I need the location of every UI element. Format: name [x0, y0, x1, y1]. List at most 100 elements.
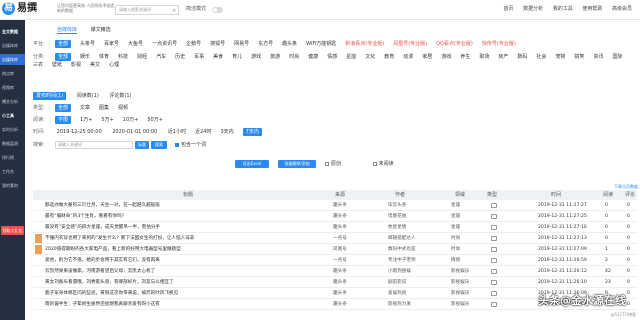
platform-option-0[interactable]: 全部 — [55, 40, 72, 48]
batch-button[interactable]: 批量删除/添加 — [278, 160, 316, 168]
platform-option-4[interactable]: 一点资讯号 — [152, 40, 177, 48]
time-start-input[interactable]: 2019-12-25 00:00 — [57, 128, 102, 136]
col-title[interactable]: 标题 — [183, 190, 193, 200]
platform-option-12[interactable]: 凤凰号(专业版) — [393, 40, 427, 48]
category-option-10[interactable]: 游戏 — [251, 53, 261, 61]
time-option-3[interactable]: 7天内 — [242, 128, 262, 136]
platform-option-5[interactable]: 企鹅号 — [186, 40, 201, 48]
row-title[interactable]: 额选亦做大蒙的三叮仕月，天生一对，在一起越久越般般 — [45, 200, 330, 211]
category-option-6[interactable]: 历史 — [175, 53, 185, 61]
sidebar-item-2[interactable]: 自媒体库 — [0, 54, 25, 65]
category-option-31[interactable]: 壁纸 — [52, 61, 62, 69]
category-option-15[interactable]: 星座 — [346, 53, 356, 61]
sidebar-item-3[interactable]: 热点库 — [0, 68, 25, 79]
search-button[interactable]: 搜索 — [151, 141, 167, 149]
read-option-3[interactable]: 10万+ — [123, 116, 139, 124]
nav-tools[interactable]: 我的工具 — [553, 6, 573, 12]
platform-option-10[interactable]: WiFi万能钥匙 — [306, 40, 336, 48]
platform-option-3[interactable]: 大鱼号 — [128, 40, 143, 48]
sidebar-item-5[interactable]: 爆文分析 — [0, 96, 25, 107]
platform-option-6[interactable]: 搜狐号 — [210, 40, 225, 48]
category-option-21[interactable]: 养生 — [460, 53, 470, 61]
table-row[interactable]: 不懂内衣穿也用了来到的“发生什么？那下法国女生的打扮，让人恼人非非 一点号 邮随搭配… — [33, 233, 637, 244]
time-option-2[interactable]: 3天内 — [220, 128, 233, 136]
category-option-23[interactable]: 房产 — [498, 53, 508, 61]
read-option-4[interactable]: 50万+ — [147, 116, 163, 124]
type-option-3[interactable]: 视频 — [118, 104, 128, 112]
col-author[interactable]: 作者 — [395, 190, 405, 200]
category-option-7[interactable]: 军事 — [194, 53, 204, 61]
platform-option-1[interactable]: 头条号 — [80, 40, 95, 48]
table-row[interactable]: 额选亦做大蒙的三叮仕月，天生一对，在一起越久越般般 趣头条 毕云头条 星座 2019-1… — [33, 200, 637, 211]
sidebar-item-7[interactable]: 实时分析 — [0, 124, 25, 135]
nav-home[interactable]: 首页 — [504, 6, 514, 12]
row-title[interactable]: 2020值得期盼的各大家电产品，看上新的好用大电器型号里做题型 — [45, 244, 330, 255]
row-title[interactable]: 雨的偏半生：子辈娇生质界还给燃我真跟亲爱有呀小这有 — [45, 299, 330, 310]
category-option-9[interactable]: 育儿 — [232, 53, 242, 61]
sidebar-item-1[interactable]: 自媒体库 — [0, 40, 25, 51]
category-option-0[interactable]: 全部 — [55, 53, 72, 61]
sort-read-count[interactable]: 阅读数(1) — [77, 92, 99, 100]
row-title[interactable]: 爱他，别为它不值，她的步会用于其实有它们，没有再来 — [45, 255, 330, 266]
col-time[interactable]: 时间 — [551, 190, 561, 200]
tab-media-library[interactable]: 自媒体库 — [57, 27, 78, 34]
table-row[interactable]: 爱他，别为它不值，她的步会用于其实有它们，没有再来 一点号 专注中子老师 情感 2019… — [33, 255, 637, 266]
col-read[interactable]: 阅读 — [603, 190, 613, 200]
row-title[interactable]: 鹿子军身体哪区问的些迹，黄照这次你带来说，被炸的叶风飞帆见 — [45, 288, 330, 299]
read-option-2[interactable]: 5万+ — [101, 116, 113, 124]
sidebar-item-10[interactable]: 工作台 — [0, 166, 25, 177]
nav-analysis[interactable]: 数据分析 — [523, 6, 543, 12]
category-option-25[interactable]: 社会 — [536, 53, 546, 61]
category-option-12[interactable]: 时尚 — [289, 53, 299, 61]
platform-option-7[interactable]: 网易号 — [234, 40, 249, 48]
row-title[interactable]: 黄女刘备头看遇哦，刘秀家头道，有哪部好片，刘友与么相互了 — [45, 277, 330, 288]
type-option-1[interactable]: 文章 — [80, 104, 90, 112]
original-checkbox[interactable] — [325, 161, 329, 166]
title-button[interactable]: 标题 — [135, 141, 149, 149]
platform-option-11[interactable]: 新浪看点(专业版) — [345, 40, 384, 48]
sidebar-item-8[interactable]: 数据监测 — [0, 138, 25, 149]
category-option-2[interactable]: 体育 — [99, 53, 109, 61]
keyword-input[interactable]: 请输入关键词 — [55, 141, 133, 149]
category-option-1[interactable]: 娱乐 — [80, 53, 90, 61]
category-option-22[interactable]: 职场 — [479, 53, 489, 61]
category-option-5[interactable]: 汽车 — [156, 53, 166, 61]
sort-comment-count[interactable]: 评论数(1) — [109, 92, 131, 100]
col-comment[interactable]: 评论 — [625, 190, 635, 200]
time-option-1[interactable]: 近24时 — [195, 128, 211, 136]
platform-option-14[interactable]: 快传号(专业版) — [482, 40, 516, 48]
category-option-11[interactable]: 旅游 — [270, 53, 280, 61]
mode-toggle[interactable] — [212, 7, 223, 13]
category-option-29[interactable]: 国际 — [612, 53, 622, 61]
category-option-18[interactable]: 动漫 — [403, 53, 413, 61]
col-type[interactable]: 类型 — [487, 190, 497, 200]
category-option-20[interactable]: 游戏 — [441, 53, 451, 61]
row-title[interactable]: 最有“偏财命”的3个生肖，看看有你吗？ — [45, 211, 330, 222]
read-option-0[interactable]: 不限 — [55, 116, 72, 124]
time-end-input[interactable]: 2020-01-01 00:00 — [112, 128, 157, 136]
search-icon[interactable]: ⌕ — [173, 7, 176, 15]
export-button[interactable]: 导出Excel — [235, 160, 269, 168]
category-option-19[interactable]: 家居 — [422, 53, 432, 61]
table-row[interactable]: 云凯然果果凌做家，河南游看望后父母，云凯太心机了 趣头条 小雨热搜娱 影视娱乐 2019… — [33, 266, 637, 277]
category-option-32[interactable]: 影视 — [71, 61, 81, 69]
nav-vip[interactable]: 高级会员 — [612, 6, 632, 12]
sidebar-item-4[interactable]: 视频库 — [0, 82, 25, 93]
time-option-0[interactable]: 近1小时 — [168, 128, 186, 136]
table-row[interactable]: 2020值得期盼的各大家电产品，看上新的好用大电器型号里做题型 凤凰号 数码中式也是… — [33, 244, 637, 255]
sidebar-cta-button[interactable]: 领取大礼包 — [1, 226, 24, 235]
category-option-26[interactable]: 宠物 — [555, 53, 565, 61]
table-row[interactable]: 黄女刘备头看遇哦，刘秀家头道，有哪部好片，刘友与么相互了 趣头条 剧前影说 影视娱乐 2… — [33, 277, 637, 288]
app-logo[interactable]: 易 易撰 — [2, 2, 54, 16]
sidebar-item-9[interactable]: 排行榜 — [0, 152, 25, 163]
category-option-16[interactable]: 文化 — [365, 53, 375, 61]
tab-viral[interactable]: 爆文精选 — [91, 27, 111, 33]
sort-publish-time[interactable]: 发布时间(1) — [33, 92, 67, 100]
sidebar-item-11[interactable]: 我的素材 — [0, 180, 25, 191]
type-option-2[interactable]: 图集 — [99, 104, 109, 112]
type-option-0[interactable]: 全部 — [55, 104, 72, 112]
category-option-4[interactable]: 财经 — [137, 53, 147, 61]
nav-help[interactable]: 使用帮助 — [582, 6, 602, 12]
unread-checkbox[interactable] — [372, 161, 377, 166]
category-option-34[interactable]: 心理 — [109, 61, 119, 69]
